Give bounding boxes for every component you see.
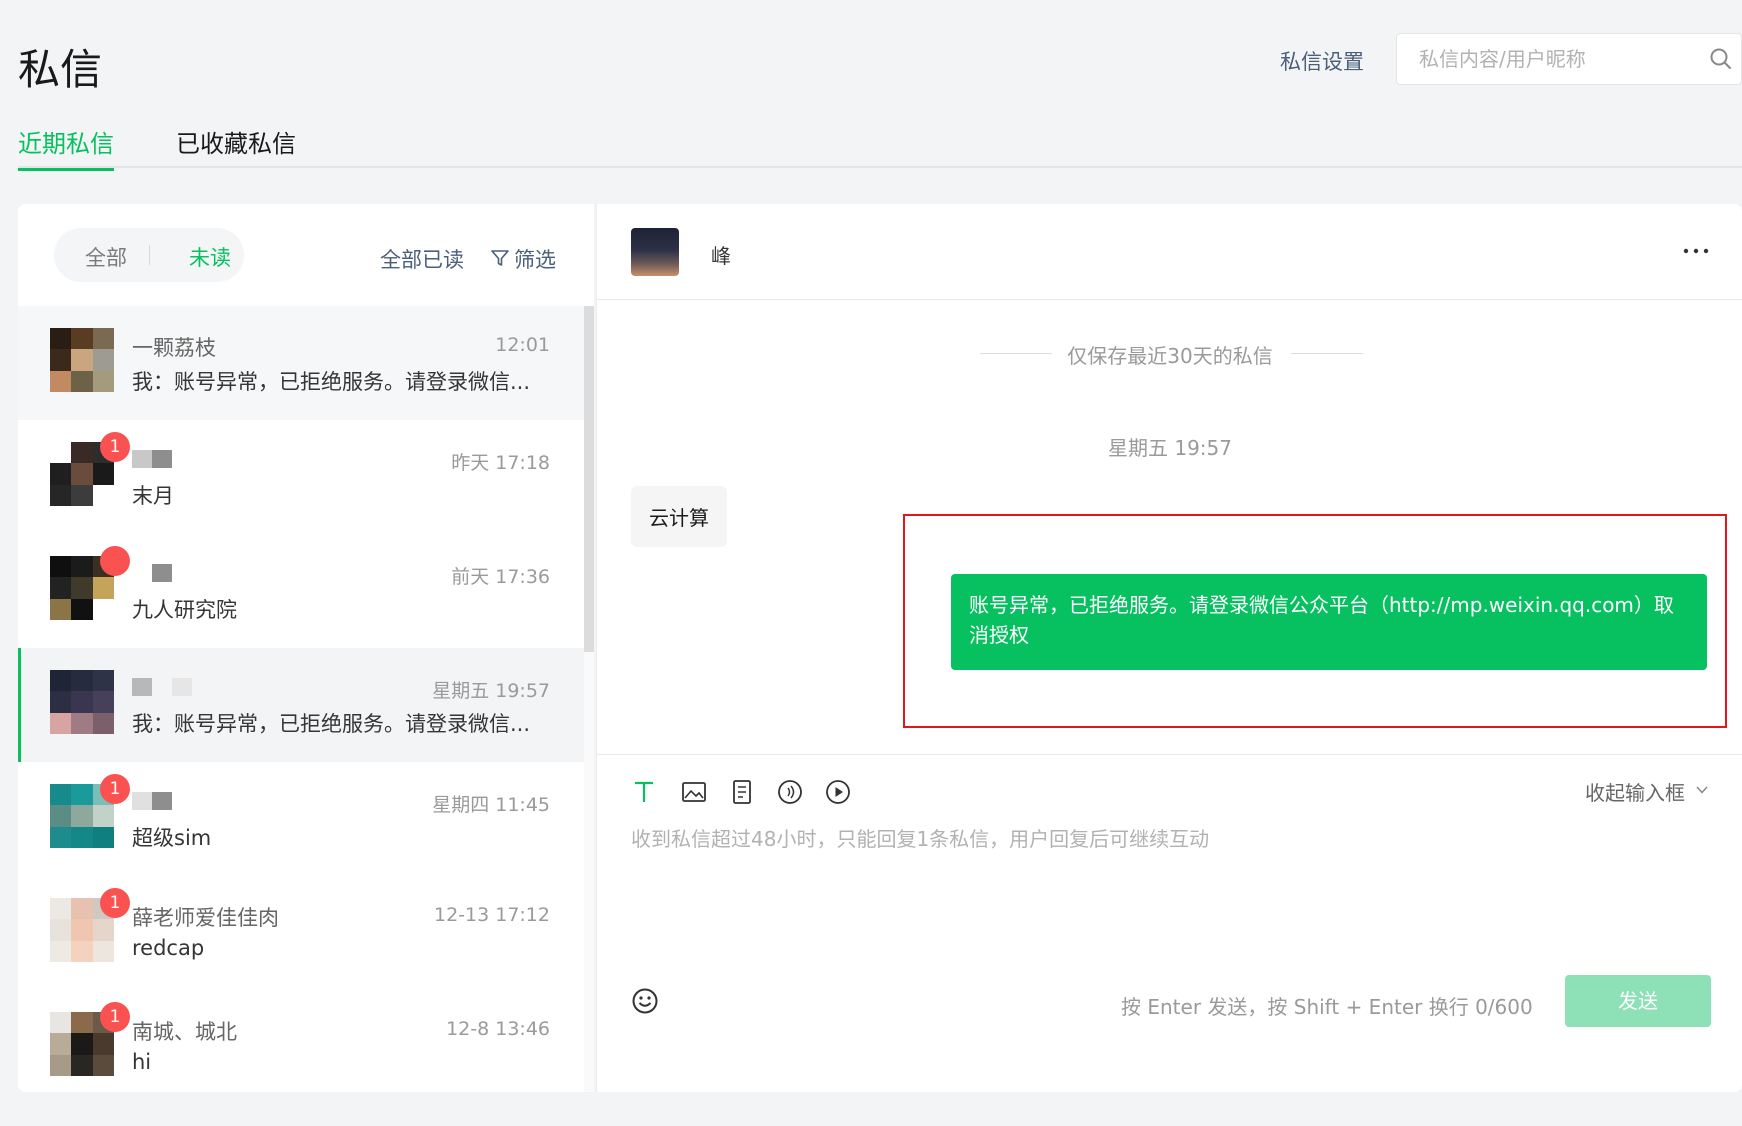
avatar xyxy=(50,328,114,392)
article-tool-icon[interactable] xyxy=(727,777,757,807)
incoming-message-bubble: 云计算 xyxy=(631,486,727,547)
conversation-item[interactable]: 1 薛老师爱佳佳肉 12-13 17:12 redcap xyxy=(18,876,584,990)
tab-starred-messages[interactable]: 已收藏私信 xyxy=(176,124,296,168)
page: 私信 私信设置 近期私信 已收藏私信 全部 未读 全部已读 筛选 xyxy=(0,0,1742,1126)
contact-avatar[interactable] xyxy=(631,228,679,276)
unread-badge: 1 xyxy=(100,888,130,918)
message-settings-link[interactable]: 私信设置 xyxy=(1280,46,1364,76)
conversation-time: 12-8 13:46 xyxy=(446,1018,550,1040)
chat-header: 峰 xyxy=(597,204,1742,300)
message-composer: 收起输入框 按 Enter 发送，按 Shift + Enter 换行 0/60… xyxy=(597,754,1742,1092)
conversation-name-masked xyxy=(132,792,172,810)
segment-divider xyxy=(149,245,150,265)
conversation-name-masked xyxy=(132,678,192,696)
chat-panel: 峰 仅保存最近30天的私信 星期五 19:57 云计算 账号异常，已拒绝服务。请… xyxy=(596,204,1742,1092)
text-tool-icon[interactable] xyxy=(629,777,659,807)
message-input[interactable] xyxy=(631,823,1711,973)
mark-all-read-button[interactable]: 全部已读 xyxy=(380,244,464,274)
send-shortcut-hint: 按 Enter 发送，按 Shift + Enter 换行 0/600 xyxy=(1121,995,1533,1019)
conversation-name-masked xyxy=(132,564,172,582)
conversation-name: 南城、城北 xyxy=(132,1020,237,1044)
conversation-preview: hi xyxy=(132,1050,152,1074)
more-options-icon[interactable] xyxy=(1681,246,1711,256)
filter-button[interactable]: 筛选 xyxy=(514,244,556,274)
conversation-time: 前天 17:36 xyxy=(451,566,550,588)
conversation-preview: 我：账号异常，已拒绝服务。请登录微信... xyxy=(132,712,531,736)
conversation-time: 星期五 19:57 xyxy=(432,680,550,702)
conversation-item[interactable]: 1 南城、城北 12-8 13:46 hi xyxy=(18,990,584,1092)
conversation-item[interactable]: 前天 17:36 九人研究院 xyxy=(18,534,584,648)
filter-icon[interactable] xyxy=(490,248,510,268)
conversation-preview: redcap xyxy=(132,936,205,960)
conversation-item[interactable]: 1 昨天 17:18 末月 xyxy=(18,420,584,534)
page-title: 私信 xyxy=(18,45,103,94)
conversation-time: 12:01 xyxy=(495,334,550,356)
conversation-list-scroll-thumb[interactable] xyxy=(584,306,594,652)
message-timestamp: 星期五 19:57 xyxy=(1108,436,1232,460)
send-button[interactable]: 发送 xyxy=(1565,975,1711,1027)
conversation-item[interactable]: 一颗荔枝 12:01 我：账号异常，已拒绝服务。请登录微信... xyxy=(18,306,584,420)
video-tool-icon[interactable] xyxy=(823,777,853,807)
conversation-preview: 超级sim xyxy=(132,826,212,850)
retention-notice: 仅保存最近30天的私信 xyxy=(1067,344,1273,368)
image-tool-icon[interactable] xyxy=(679,777,709,807)
unread-badge: 1 xyxy=(100,1002,130,1032)
conversation-name-masked xyxy=(132,450,172,468)
search-input[interactable] xyxy=(1419,34,1679,84)
tab-bar: 近期私信 已收藏私信 xyxy=(18,124,1742,171)
conversation-preview: 九人研究院 xyxy=(132,598,237,622)
avatar xyxy=(50,670,114,734)
conversation-time: 星期四 11:45 xyxy=(432,794,550,816)
chevron-down-icon[interactable] xyxy=(1695,783,1709,797)
notice-divider-right xyxy=(1291,353,1363,354)
outgoing-message-bubble: 账号异常，已拒绝服务。请登录微信公众平台（http://mp.weixin.qq… xyxy=(951,574,1707,670)
conversation-panel: 全部 未读 全部已读 筛选 一颗荔枝 12:01 我：账号异常，已拒绝服务。请登… xyxy=(18,204,594,1092)
read-filter-segment: 全部 未读 xyxy=(54,228,244,282)
collapse-input-button[interactable]: 收起输入框 xyxy=(1585,777,1685,806)
conversation-preview: 末月 xyxy=(132,484,174,508)
emoji-icon[interactable] xyxy=(631,987,659,1015)
audio-tool-icon[interactable] xyxy=(775,777,805,807)
conversation-item-selected[interactable]: 星期五 19:57 我：账号异常，已拒绝服务。请登录微信... xyxy=(18,648,584,762)
unread-badge: 1 xyxy=(100,774,130,804)
search-box xyxy=(1396,33,1742,85)
conversation-item[interactable]: 1 星期四 11:45 超级sim xyxy=(18,762,584,876)
conversation-name: 薛老师爱佳佳肉 xyxy=(132,906,279,930)
search-icon[interactable] xyxy=(1708,46,1734,72)
unread-badge: 1 xyxy=(100,432,130,462)
conversation-time: 12-13 17:12 xyxy=(433,904,550,926)
conversation-time: 昨天 17:18 xyxy=(451,452,550,474)
conversation-preview: 我：账号异常，已拒绝服务。请登录微信... xyxy=(132,370,531,394)
conversation-name: 一颗荔枝 xyxy=(132,336,216,360)
contact-name: 峰 xyxy=(711,244,731,268)
conversation-list: 一颗荔枝 12:01 我：账号异常，已拒绝服务。请登录微信... 1 昨天 17… xyxy=(18,306,584,1092)
unread-badge xyxy=(100,546,130,576)
tab-recent-messages[interactable]: 近期私信 xyxy=(18,124,114,171)
segment-unread[interactable]: 未读 xyxy=(189,242,231,272)
segment-all[interactable]: 全部 xyxy=(85,242,127,272)
